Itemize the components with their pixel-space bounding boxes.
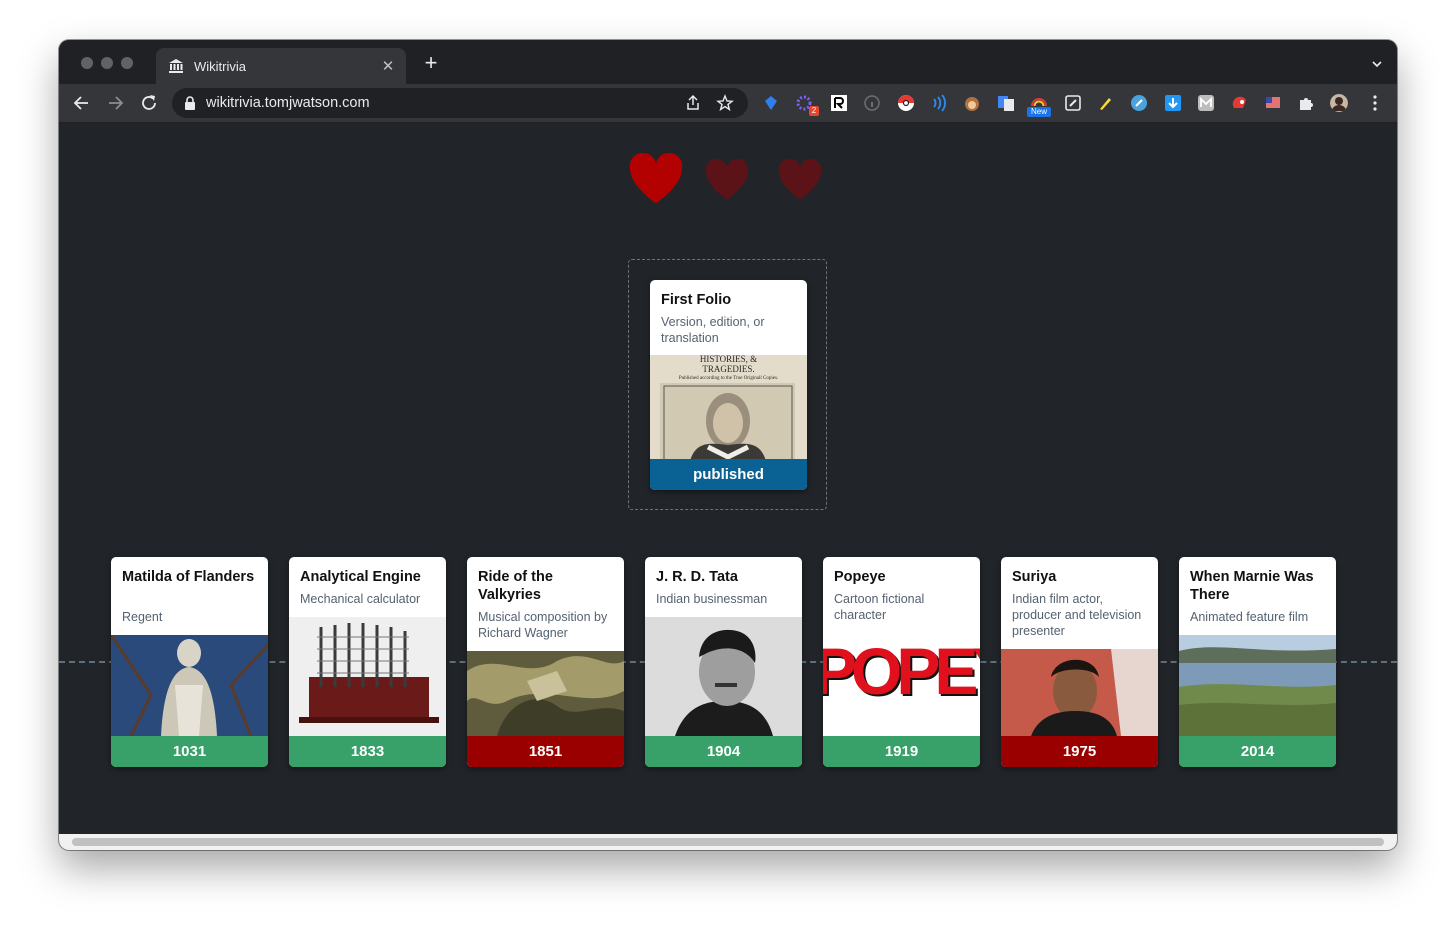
monkey-extension-icon[interactable] <box>963 94 981 112</box>
popeye-logo-image: POPEYE <box>823 633 980 736</box>
suriya-photo-image <box>1001 649 1158 736</box>
game-board: First Folio Version, edition, or transla… <box>59 123 1397 834</box>
card-title: Matilda of Flanders <box>122 569 255 585</box>
forward-arrow-icon[interactable] <box>105 93 125 113</box>
card-subtitle: Regent <box>122 610 163 624</box>
bird-extension-icon[interactable] <box>1231 94 1249 112</box>
tab-title: Wikitrivia <box>194 58 246 74</box>
card-year: 1904 <box>645 736 802 767</box>
folio-text-2: TRAGEDIES. <box>702 364 755 374</box>
current-card[interactable]: First Folio Version, edition, or transla… <box>650 280 807 490</box>
card-subtitle: Musical composition by Richard Wagner <box>478 610 608 640</box>
lives-indicator <box>59 153 1397 209</box>
engine-illustration <box>289 617 446 736</box>
new-tab-button[interactable]: + <box>421 52 441 74</box>
card-subtitle: Version, edition, or translation <box>661 315 765 345</box>
tata-portrait-image <box>645 617 802 736</box>
heart-lost-icon <box>778 159 822 200</box>
tab-wikitrivia[interactable]: Wikitrivia ✕ <box>156 48 406 84</box>
browser-window: Wikitrivia ✕ + wikitrivia.tomjwatson.com <box>59 40 1397 850</box>
flag-extension-icon[interactable] <box>1264 94 1282 112</box>
scrollbar-thumb[interactable] <box>72 838 1384 846</box>
card-title: J. R. D. Tata <box>656 569 738 585</box>
card-subtitle: Animated feature film <box>1190 610 1309 624</box>
pokeball-extension-icon[interactable] <box>897 94 915 112</box>
compass-extension-icon[interactable] <box>1130 94 1148 112</box>
puzzle-extensions-icon[interactable] <box>1297 94 1315 112</box>
extension-new-badge: New <box>1027 107 1051 117</box>
valkyries-image <box>467 651 624 736</box>
timeline-card[interactable]: Ride of the Valkyries Musical compositio… <box>467 557 624 767</box>
download-extension-icon[interactable] <box>1164 94 1182 112</box>
card-date-label: published <box>650 459 807 490</box>
highlighter-extension-icon[interactable] <box>1097 94 1115 112</box>
reload-icon[interactable] <box>139 93 159 113</box>
m-extension-icon[interactable] <box>1197 94 1215 112</box>
valkyries-illustration <box>467 651 624 736</box>
horizontal-scrollbar[interactable] <box>59 834 1397 850</box>
heart-full-icon <box>629 153 683 204</box>
bookmark-star-icon[interactable] <box>716 94 734 112</box>
tab-strip: Wikitrivia ✕ + <box>59 40 1397 84</box>
readwise-extension-icon[interactable] <box>830 94 848 112</box>
folio-text-3: Published according to the True Original… <box>678 376 779 381</box>
card-title: Popeye <box>834 569 886 585</box>
card-year: 1833 <box>289 736 446 767</box>
minimize-window-button[interactable] <box>101 57 113 69</box>
card-title: Ride of the Valkyries <box>478 569 553 603</box>
actor-photo <box>1001 649 1158 736</box>
popeye-logo-text: POPEYE <box>823 634 980 708</box>
card-year: 1851 <box>467 736 624 767</box>
address-bar[interactable]: wikitrivia.tomjwatson.com <box>172 88 748 118</box>
heart-lost-icon <box>705 159 749 200</box>
timeline-card[interactable]: Matilda of Flanders Regent 1031 <box>111 557 268 767</box>
browser-toolbar: wikitrivia.tomjwatson.com 2 New <box>59 84 1397 123</box>
timeline-card[interactable]: Suriya Indian film actor, producer and t… <box>1001 557 1158 767</box>
lock-icon[interactable] <box>184 96 196 110</box>
wave-extension-icon[interactable] <box>930 94 948 112</box>
card-subtitle: Indian film actor, producer and televisi… <box>1012 592 1142 638</box>
close-window-button[interactable] <box>81 57 93 69</box>
landscape-illustration <box>1179 635 1336 736</box>
card-title: Analytical Engine <box>300 569 421 585</box>
card-title: First Folio <box>661 292 732 308</box>
folio-text-1: HISTORIES, & <box>699 355 758 364</box>
statue-illustration <box>111 635 268 736</box>
timeline-card[interactable]: Popeye Cartoon fictional character POPEY… <box>823 557 980 767</box>
card-subtitle: Mechanical calculator <box>300 592 421 606</box>
profile-avatar-icon[interactable] <box>1330 94 1348 112</box>
close-tab-icon[interactable]: ✕ <box>380 57 396 75</box>
landscape-image <box>1179 635 1336 736</box>
card-year: 1031 <box>111 736 268 767</box>
statue-image <box>111 635 268 736</box>
url-text[interactable]: wikitrivia.tomjwatson.com <box>206 95 684 111</box>
card-title: When Marnie Was There <box>1190 569 1314 603</box>
museum-icon <box>169 59 183 73</box>
share-icon[interactable] <box>684 94 702 112</box>
info-extension-icon[interactable] <box>863 94 881 112</box>
back-arrow-icon[interactable] <box>72 93 92 113</box>
tab-search-chevron-icon[interactable] <box>1371 58 1383 70</box>
card-title: Suriya <box>1012 569 1057 585</box>
zoom-window-button[interactable] <box>121 57 133 69</box>
portrait-engraving <box>660 383 795 459</box>
card-year: 2014 <box>1179 736 1336 767</box>
analytical-engine-image <box>289 617 446 736</box>
timeline-card[interactable]: When Marnie Was There Animated feature f… <box>1179 557 1336 767</box>
first-folio-image: HISTORIES, & TRAGEDIES. Published accord… <box>650 355 807 459</box>
card-year: 1975 <box>1001 736 1158 767</box>
timeline-card[interactable]: Analytical Engine Mechanical calculator <box>289 557 446 767</box>
timeline-card[interactable]: J. R. D. Tata Indian businessman 1904 <box>645 557 802 767</box>
more-menu-icon[interactable] <box>1373 95 1377 111</box>
extension-badge: 2 <box>809 106 819 116</box>
card-subtitle: Indian businessman <box>656 592 768 606</box>
portrait-photo <box>645 617 802 736</box>
edit-box-extension-icon[interactable] <box>1064 94 1082 112</box>
card-subtitle: Cartoon fictional character <box>834 592 925 622</box>
diamond-extension-icon[interactable] <box>762 94 780 112</box>
translate-extension-icon[interactable] <box>997 94 1015 112</box>
card-year: 1919 <box>823 736 980 767</box>
